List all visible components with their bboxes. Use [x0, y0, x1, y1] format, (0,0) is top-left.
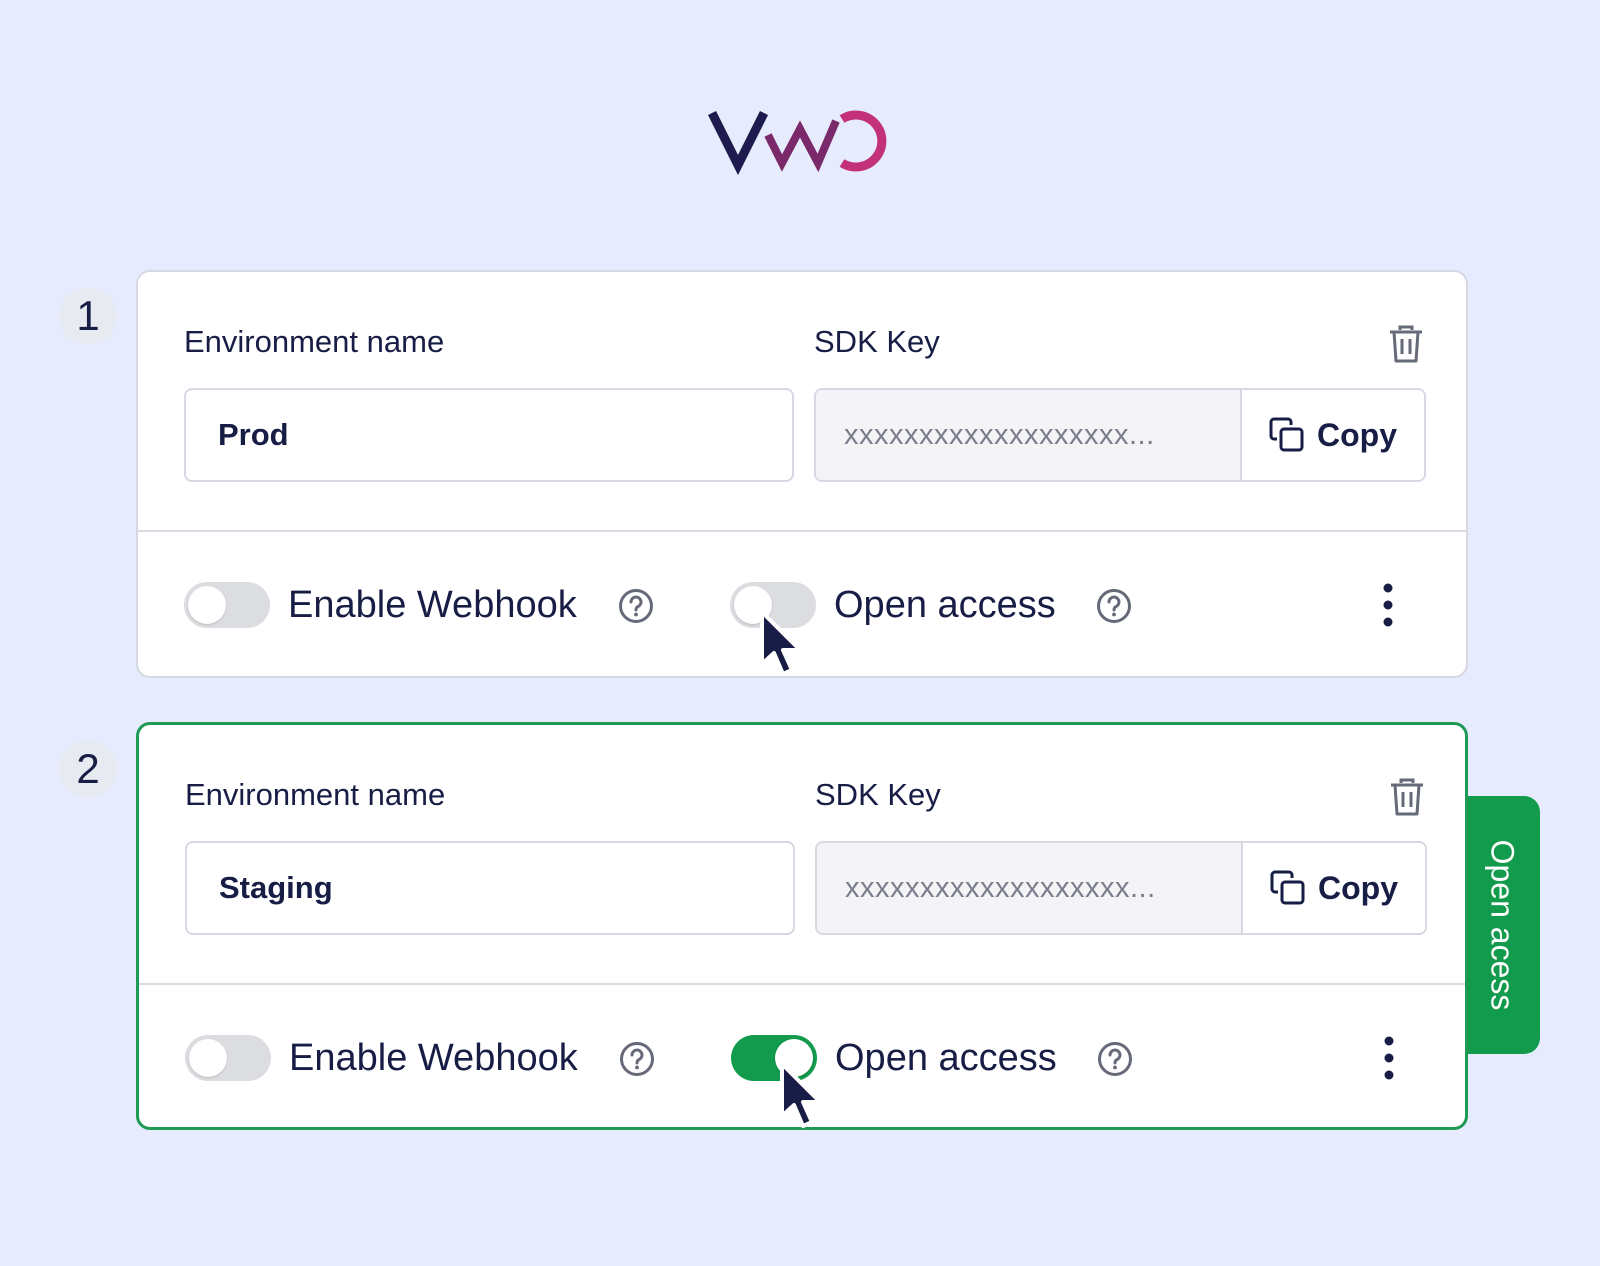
mouse-cursor-icon [760, 610, 802, 676]
mouse-cursor-icon [780, 1062, 822, 1128]
copy-icon [1269, 417, 1304, 452]
side-tab-label: Open acess [1484, 839, 1521, 1011]
copy-icon [1270, 870, 1305, 905]
help-icon[interactable] [618, 588, 654, 624]
more-vertical-icon[interactable] [1379, 1035, 1399, 1081]
sdk-key-label: SDK Key [814, 324, 940, 359]
open-access-label: Open access [834, 584, 1056, 626]
environment-name-label: Environment name [185, 777, 446, 812]
environment-name-input[interactable]: Prod [184, 388, 794, 482]
trash-icon[interactable] [1388, 324, 1424, 364]
enable-webhook-label: Enable Webhook [289, 1037, 578, 1079]
sdk-key-field[interactable]: xxxxxxxxxxxxxxxxxxx... [816, 390, 1240, 480]
enable-webhook-toggle[interactable] [184, 582, 270, 628]
sdk-key-field[interactable]: xxxxxxxxxxxxxxxxxxx... [817, 843, 1241, 933]
copy-button[interactable]: Copy [1241, 843, 1425, 933]
trash-icon[interactable] [1389, 777, 1425, 817]
help-icon[interactable] [619, 1041, 655, 1077]
enable-webhook-toggle[interactable] [185, 1035, 271, 1081]
sdk-key-group: xxxxxxxxxxxxxxxxxxx... Copy [814, 388, 1426, 482]
environment-name-label: Environment name [184, 324, 445, 359]
sdk-key-group: xxxxxxxxxxxxxxxxxxx... Copy [815, 841, 1427, 935]
open-access-label: Open access [835, 1037, 1057, 1079]
copy-button-label: Copy [1318, 869, 1398, 906]
vwo-logo [708, 110, 887, 175]
more-vertical-icon[interactable] [1378, 582, 1398, 628]
help-icon[interactable] [1097, 1041, 1133, 1077]
enable-webhook-label: Enable Webhook [288, 584, 577, 626]
help-icon[interactable] [1096, 588, 1132, 624]
sdk-key-label: SDK Key [815, 777, 941, 812]
copy-button[interactable]: Copy [1240, 390, 1424, 480]
step-badge: 2 [59, 740, 117, 798]
step-badge: 1 [59, 287, 117, 345]
copy-button-label: Copy [1317, 416, 1397, 453]
open-access-side-tab: Open acess [1464, 796, 1540, 1054]
environment-name-input[interactable]: Staging [185, 841, 795, 935]
